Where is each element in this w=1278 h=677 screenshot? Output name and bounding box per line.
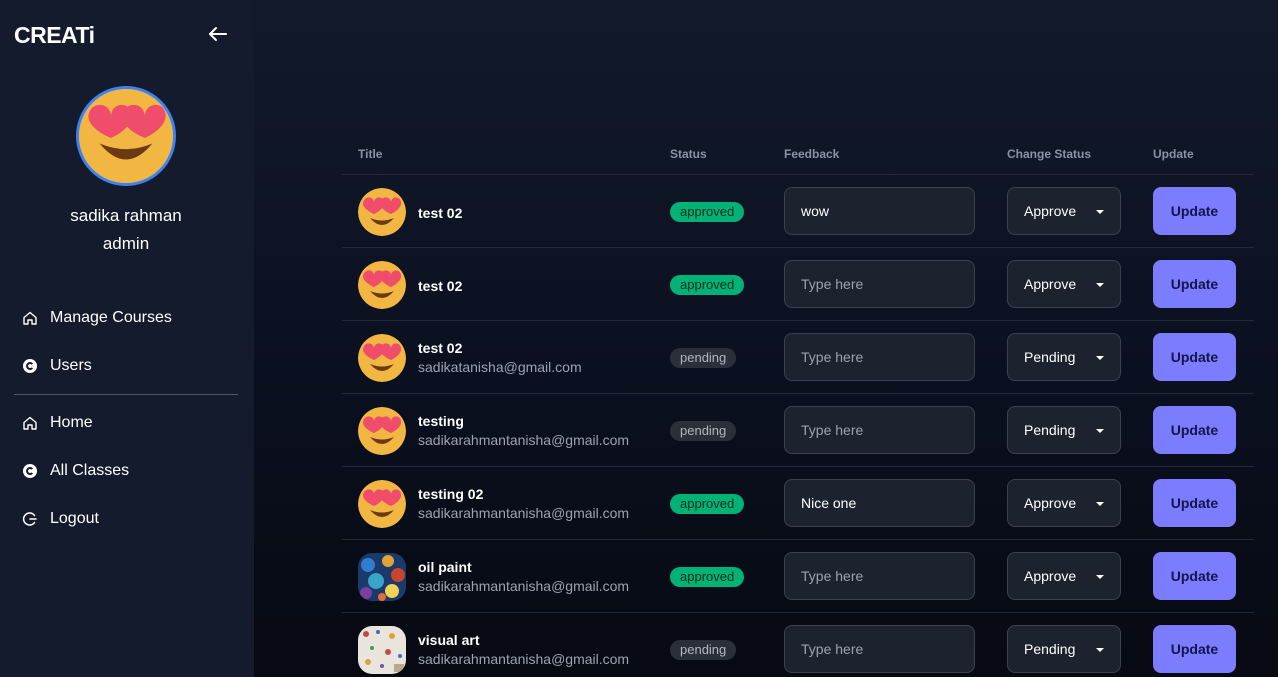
caret-down-icon [1096,502,1104,506]
table-row: testing 02 sadikarahmantanisha@gmail.com… [342,466,1254,539]
table-row: visual art sadikarahmantanisha@gmail.com… [342,612,1254,677]
update-button[interactable]: Update [1153,479,1236,527]
caret-down-icon [1096,429,1104,433]
status-badge: approved [670,494,745,514]
home-icon [23,416,37,430]
header-title: Title [358,147,383,161]
sidebar-divider [14,394,238,395]
change-status-select[interactable]: Pending [1007,625,1121,673]
heart-eyes-emoji-icon [358,407,406,455]
change-status-select[interactable]: Approve [1007,479,1121,527]
row-email: sadikarahmantanisha@gmail.com [418,432,630,448]
caret-down-icon [1096,210,1104,214]
nav-label: Home [50,414,93,431]
home-icon [23,311,37,325]
caret-down-icon [1096,648,1104,652]
row-title: test 02 [418,278,463,294]
header-update: Update [1153,147,1194,161]
back-arrow-icon[interactable] [206,22,230,46]
nav-item-home[interactable]: Home [22,411,93,435]
table-row: testing sadikarahmantanisha@gmail.com pe… [342,393,1254,466]
change-status-select[interactable]: Approve [1007,187,1121,235]
status-badge: approved [670,202,745,222]
status-badge: pending [670,640,737,660]
select-value: Approve [1024,568,1077,584]
change-status-select[interactable]: Pending [1007,406,1121,454]
update-button[interactable]: Update [1153,187,1236,235]
row-email: sadikarahmantanisha@gmail.com [418,578,630,594]
caret-down-icon [1096,356,1104,360]
status-badge: pending [670,348,737,368]
c-circle-icon [23,464,37,478]
nav-label: Logout [50,510,99,527]
table-row: test 02 approved Approve Update [342,247,1254,320]
update-button[interactable]: Update [1153,406,1236,454]
select-value: Pending [1024,422,1076,438]
feedback-input[interactable] [784,479,975,527]
update-button[interactable]: Update [1153,333,1236,381]
change-status-select[interactable]: Approve [1007,552,1121,600]
feedback-input[interactable] [784,260,975,308]
nav-item-users[interactable]: Users [22,354,92,378]
nav-item-logout[interactable]: Logout [22,507,99,531]
update-button[interactable]: Update [1153,625,1236,673]
heart-eyes-emoji-icon [358,261,406,309]
nav-label: Users [50,357,92,374]
row-title: testing [418,413,464,429]
heart-eyes-emoji-icon [358,334,406,382]
feedback-input[interactable] [784,552,975,600]
visual-art-thumbnail [358,626,406,674]
select-value: Approve [1024,203,1077,219]
row-title: oil paint [418,559,472,575]
heart-eyes-emoji-icon [358,480,406,528]
select-value: Pending [1024,641,1076,657]
nav-label: Manage Courses [50,309,172,326]
table-row: oil paint sadikarahmantanisha@gmail.com … [342,539,1254,612]
nav-item-manage-courses[interactable]: Manage Courses [22,306,172,330]
heart-eyes-emoji-icon [358,188,406,236]
heart-eyes-emoji-icon [79,89,173,183]
select-value: Approve [1024,495,1077,511]
logout-icon [22,512,37,526]
profile-role: admin [102,234,150,253]
row-email: sadikarahmantanisha@gmail.com [418,651,630,667]
nav-item-all-classes[interactable]: All Classes [22,459,129,483]
oil-paint-thumbnail [358,553,406,601]
status-badge: pending [670,421,737,441]
update-button[interactable]: Update [1153,260,1236,308]
update-button[interactable]: Update [1153,552,1236,600]
table-row: test 02 approved Approve Update [342,174,1254,247]
status-badge: approved [670,275,745,295]
row-title: test 02 [418,340,463,356]
row-title: testing 02 [418,486,484,502]
caret-down-icon [1096,575,1104,579]
change-status-select[interactable]: Approve [1007,260,1121,308]
feedback-input[interactable] [784,406,975,454]
nav-label: All Classes [50,462,130,479]
brand-logo[interactable]: CREATi [14,22,95,49]
select-value: Approve [1024,276,1077,292]
feedback-input[interactable] [784,625,975,673]
change-status-select[interactable]: Pending [1007,333,1121,381]
header-feedback: Feedback [784,147,840,161]
main-content: Title Status Feedback Change Status Upda… [254,0,1278,677]
table-row: test 02 sadikatanisha@gmail.com pending … [342,320,1254,393]
row-email: sadikarahmantanisha@gmail.com [418,505,630,521]
avatar [76,86,176,186]
profile-name: sadika rahman [70,206,182,225]
header-change-status: Change Status [1007,147,1092,161]
caret-down-icon [1096,283,1104,287]
row-title: test 02 [418,205,463,221]
row-email: sadikatanisha@gmail.com [418,359,582,375]
select-value: Pending [1024,349,1076,365]
sidebar: CREATi sadika rahman admin Manage Course… [0,0,254,677]
row-title: visual art [418,632,480,648]
header-status: Status [670,147,707,161]
feedback-input[interactable] [784,187,975,235]
c-circle-icon [23,359,37,373]
status-badge: approved [670,567,745,587]
feedback-input[interactable] [784,333,975,381]
